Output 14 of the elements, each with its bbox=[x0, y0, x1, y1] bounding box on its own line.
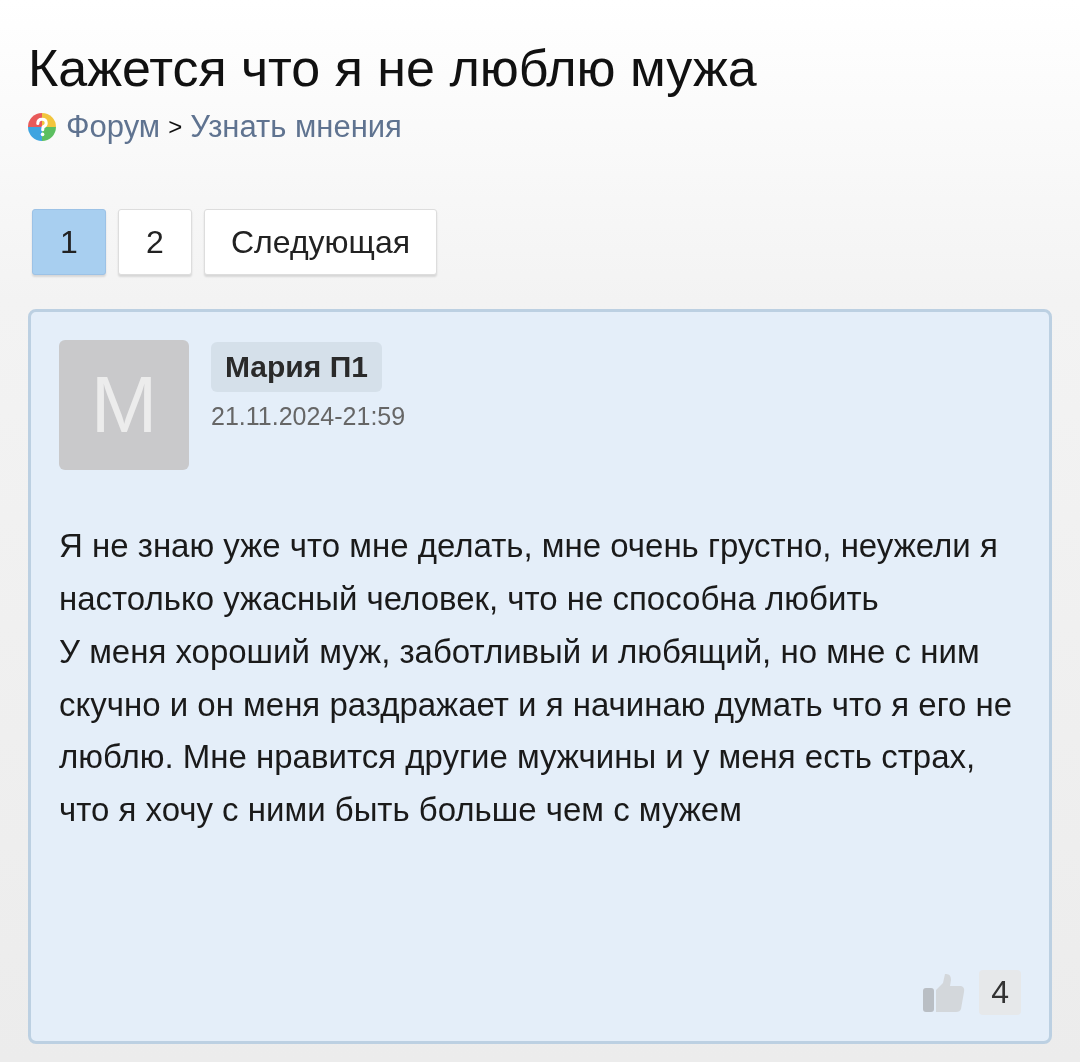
page-title: Кажется что я не люблю мужа bbox=[28, 40, 758, 98]
page-button[interactable]: 1 bbox=[32, 209, 106, 276]
help-icon bbox=[28, 113, 56, 142]
breadcrumb-link[interactable]: Форум bbox=[66, 109, 161, 146]
breadcrumb-separator: > bbox=[168, 113, 183, 142]
post-text: Я не знаю уже что мне делать, мне очень грустно, неужели я настолько ужасный человек, что не способна любить bbox=[59, 526, 999, 619]
thumbs-up-icon[interactable] bbox=[923, 972, 966, 1013]
page-button[interactable]: Следующая bbox=[204, 209, 437, 276]
post-text: У меня хороший муж, заботливый и любящий, но мне с ним скучно и он меня раздражает и я начинаю думать что я его не люблю. Мне нравится другие мужчины и у меня есть страх, что я хочу с ними быть больше чем с мужем bbox=[59, 631, 1014, 831]
like-count: 4 bbox=[979, 970, 1021, 1016]
author-name[interactable]: Мария П1 bbox=[211, 342, 382, 393]
breadcrumb-link[interactable]: Узнать мнения bbox=[190, 109, 402, 146]
post-date: 21.11.2024-21:59 bbox=[211, 402, 406, 432]
page-button[interactable]: 2 bbox=[118, 209, 192, 276]
